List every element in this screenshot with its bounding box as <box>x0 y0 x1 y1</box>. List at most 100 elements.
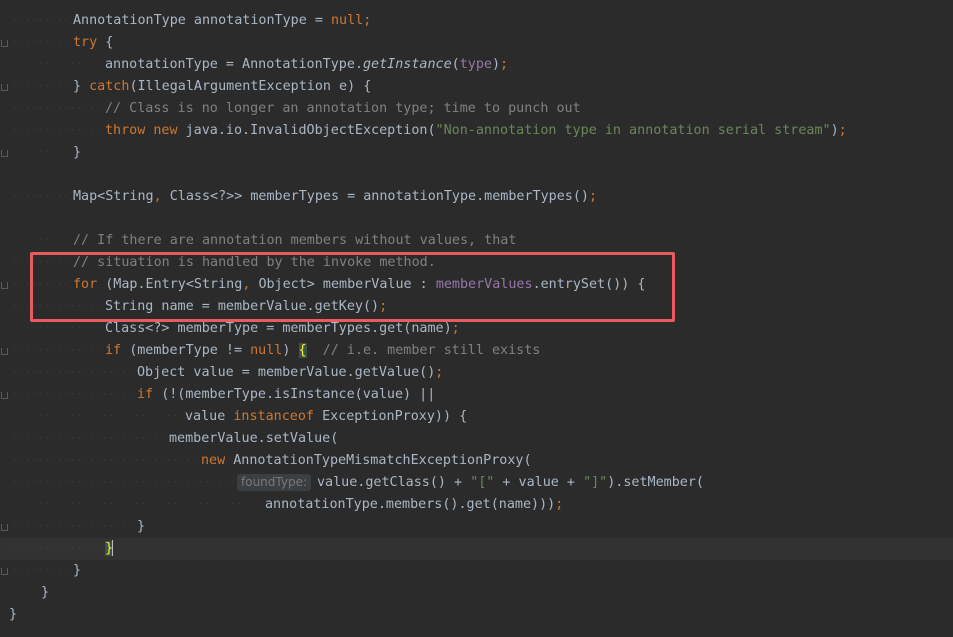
code-line[interactable]: ····································if (… <box>0 384 953 406</box>
code-line[interactable]: ····································Clas… <box>0 318 953 340</box>
code-token: catch <box>89 79 130 94</box>
code-token: } <box>73 145 82 160</box>
indent-guide: ···································· <box>12 390 135 400</box>
code-token: try <box>73 35 106 50</box>
code-text: Map<String, Class<?>> memberTypes = anno… <box>73 186 597 208</box>
code-token: Object value = memberValue.getValue() <box>137 365 436 380</box>
code-token: ; <box>555 497 564 512</box>
code-line[interactable]: ····································for … <box>0 274 953 296</box>
indent-guide: ···································· <box>12 324 103 334</box>
code-line[interactable]: ····································Stri… <box>0 296 953 318</box>
code-token: } <box>73 79 90 94</box>
code-line[interactable]: ····································try … <box>0 32 953 54</box>
code-token: ).setMember( <box>607 475 704 490</box>
code-text: } <box>73 142 81 164</box>
code-token: if <box>105 343 130 358</box>
indent-guide: ···································· <box>12 258 71 268</box>
code-token: AnnotationTypeMismatchExceptionProxy( <box>233 453 532 468</box>
code-token: for <box>73 277 106 292</box>
code-text: value instanceof ExceptionProxy)) { <box>185 406 467 428</box>
code-text: Object value = memberValue.getValue(); <box>137 362 443 384</box>
code-line[interactable]: ····································} <box>0 516 953 538</box>
code-token: memberValue.setValue( <box>169 431 339 446</box>
code-text: foundType: value.getClass() + "[" + value… <box>237 472 704 494</box>
indent-guide: ···································· <box>12 346 103 356</box>
code-token: annotationType = AnnotationType. <box>105 57 363 72</box>
code-text: // Class is no longer an annotation type… <box>105 98 581 120</box>
code-token: ; <box>500 57 509 72</box>
code-line[interactable]: ····································if (… <box>0 340 953 362</box>
code-line[interactable]: ····································Map<… <box>0 186 953 208</box>
code-line[interactable]: ····································Obje… <box>0 362 953 384</box>
code-token: null <box>250 343 283 358</box>
code-line[interactable]: ····································thro… <box>0 120 953 142</box>
code-line[interactable]: ····································new … <box>0 450 953 472</box>
code-text: } <box>73 560 81 582</box>
code-token: // situation is handled by the invoke me… <box>73 255 436 270</box>
code-token: } <box>73 563 82 578</box>
code-text: new AnnotationTypeMismatchExceptionProxy… <box>201 450 532 472</box>
code-text: AnnotationType annotationType = null; <box>73 10 371 32</box>
code-line[interactable] <box>0 208 953 230</box>
code-token: "]" <box>583 475 608 490</box>
code-text: } <box>137 516 145 538</box>
indent-guide: ···································· <box>12 566 71 576</box>
code-token: // i.e. member still exists <box>306 343 541 358</box>
code-line[interactable]: ···································· foun… <box>0 472 953 494</box>
code-token: Class<?> memberType = memberTypes.get(na… <box>105 321 452 336</box>
code-line[interactable]: ····································// s… <box>0 252 953 274</box>
indent-guide: ···································· <box>12 434 167 444</box>
indent-guide: ···································· <box>12 16 71 26</box>
indent-guide: ···································· <box>12 82 71 92</box>
code-token: java.io.InvalidObjectException( <box>185 123 436 138</box>
code-line[interactable]: } <box>0 604 953 626</box>
code-line[interactable]: ····································// I… <box>0 230 953 252</box>
code-token: ) <box>830 123 839 138</box>
code-token: throw new <box>105 123 186 138</box>
code-line[interactable] <box>0 164 953 186</box>
code-token: .entrySet()) { <box>532 277 646 292</box>
code-token: "Non-annotation type in annotation seria… <box>435 123 831 138</box>
code-token: null <box>330 13 364 28</box>
code-line[interactable]: ····································// C… <box>0 98 953 120</box>
code-token: ; <box>379 299 388 314</box>
indent-guide: ···································· <box>12 500 244 510</box>
code-token: ; <box>363 13 372 28</box>
code-token: getInstance <box>362 57 452 72</box>
code-text: } catch(IllegalArgumentException e) { <box>73 76 371 98</box>
code-token: ( <box>451 57 460 72</box>
code-text: annotationType = AnnotationType.getInsta… <box>105 54 508 76</box>
code-line[interactable]: ···································· anno… <box>0 494 953 516</box>
code-text: } <box>41 582 49 604</box>
code-token: new <box>201 453 234 468</box>
code-token: ; <box>451 321 460 336</box>
code-token: "[" <box>470 475 495 490</box>
code-token: (IllegalArgumentException e) { <box>129 79 372 94</box>
code-line[interactable]: ····································} <box>0 560 953 582</box>
indent-guide: ···································· <box>12 588 39 598</box>
indent-guide: ···································· <box>12 522 135 532</box>
code-token: + value + <box>494 475 584 490</box>
code-line[interactable]: ····································anno… <box>0 54 953 76</box>
code-text: String name = memberValue.getKey(); <box>105 296 387 318</box>
code-token: ; <box>435 365 444 380</box>
code-token: // Class is no longer an annotation type… <box>105 101 581 116</box>
code-line[interactable]: ····································} <box>0 538 953 560</box>
code-line[interactable]: ····································} <box>0 582 953 604</box>
indent-guide: ···································· <box>12 192 71 202</box>
code-text: Class<?> memberType = memberTypes.get(na… <box>105 318 460 340</box>
code-line[interactable]: ····································valu… <box>0 406 953 428</box>
code-token: { <box>105 35 114 50</box>
text-caret <box>112 540 114 556</box>
indent-guide: ···································· <box>12 478 235 488</box>
indent-guide: ···································· <box>12 60 103 70</box>
code-token: , <box>153 189 170 204</box>
code-line[interactable]: ····································} <box>0 142 953 164</box>
code-token: String name = memberValue.getKey() <box>105 299 380 314</box>
code-line[interactable]: ····································} ca… <box>0 76 953 98</box>
code-text: memberValue.setValue( <box>169 428 338 450</box>
code-line[interactable]: ····································memb… <box>0 428 953 450</box>
code-token: ) <box>491 57 501 72</box>
code-token: annotationType.members().get(name))) <box>265 497 556 512</box>
code-line[interactable]: ····································Anno… <box>0 10 953 32</box>
